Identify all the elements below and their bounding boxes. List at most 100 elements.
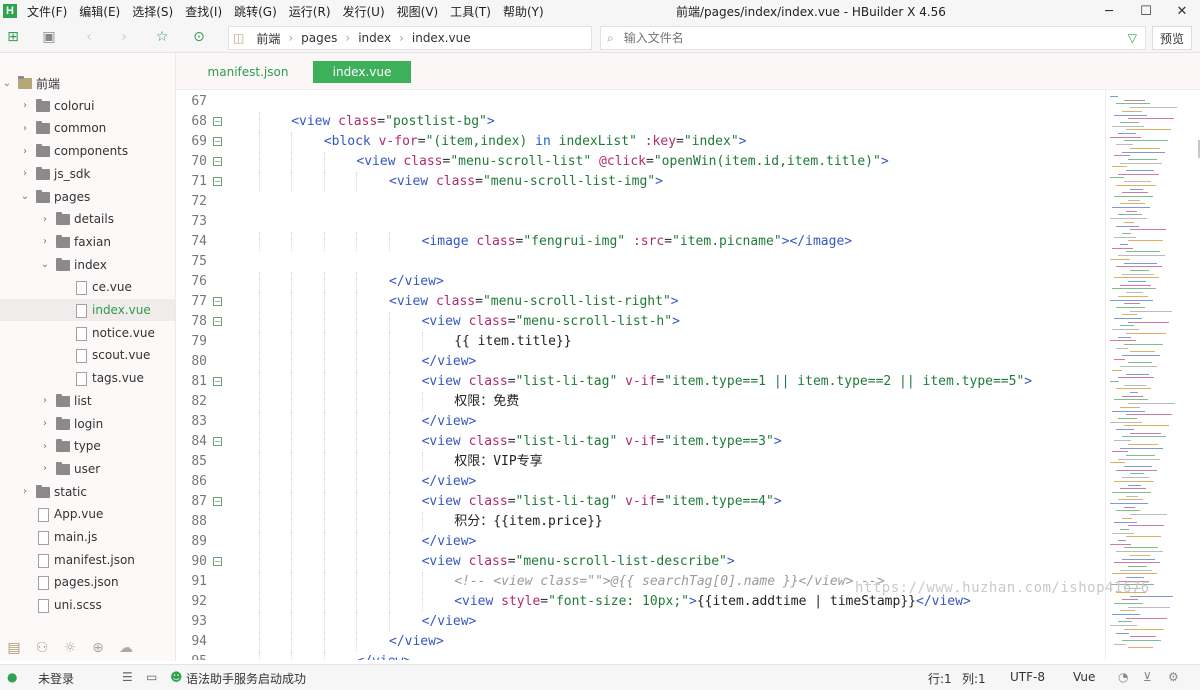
- code-line[interactable]: 76 </view>: [176, 272, 1105, 292]
- tree-folder-item[interactable]: ⌄ pages: [0, 186, 175, 208]
- settings-icon[interactable]: ⚙: [1168, 670, 1179, 684]
- tree-file-item[interactable]: App.vue: [0, 503, 175, 525]
- tree-file-item[interactable]: index.vue: [0, 299, 175, 321]
- run-icon[interactable]: ⊙: [190, 28, 208, 46]
- chevron-down-icon[interactable]: ⌄: [20, 191, 30, 202]
- fold-toggle-icon[interactable]: −: [213, 177, 222, 186]
- code-line[interactable]: 93 </view>: [176, 612, 1105, 632]
- code-line[interactable]: 67: [176, 92, 1105, 112]
- tree-folder-item[interactable]: ⌄ 前端: [0, 72, 175, 94]
- debug-icon[interactable]: ☼: [56, 640, 84, 656]
- chevron-right-icon[interactable]: ›: [40, 395, 50, 406]
- menu-item[interactable]: 运行(R): [289, 3, 331, 20]
- code-line[interactable]: 75: [176, 252, 1105, 272]
- code-line[interactable]: 81− <view class="list-li-tag" v-if="item.…: [176, 372, 1105, 392]
- file-search-input[interactable]: [621, 30, 1106, 46]
- filter-icon[interactable]: ▽: [1128, 31, 1137, 45]
- tree-folder-item[interactable]: › faxian: [0, 231, 175, 253]
- save-icon[interactable]: ▣: [40, 28, 58, 46]
- tree-folder-item[interactable]: › common: [0, 117, 175, 139]
- chevron-right-icon[interactable]: ›: [20, 146, 30, 157]
- tree-folder-item[interactable]: › login: [0, 413, 175, 435]
- breadcrumb-item[interactable]: 前端: [256, 30, 280, 47]
- fold-toggle-icon[interactable]: −: [213, 297, 222, 306]
- code-line[interactable]: 86 </view>: [176, 472, 1105, 492]
- tree-file-item[interactable]: uni.scss: [0, 594, 175, 616]
- language-mode[interactable]: Vue: [1073, 670, 1095, 684]
- code-line[interactable]: 74 <image class="fengrui-img" :src="item.…: [176, 232, 1105, 252]
- menu-item[interactable]: 选择(S): [132, 3, 173, 20]
- fold-toggle-icon[interactable]: −: [213, 437, 222, 446]
- tree-folder-item[interactable]: › components: [0, 140, 175, 162]
- code-line[interactable]: 94 </view>: [176, 632, 1105, 652]
- code-line[interactable]: 82 权限：免费: [176, 392, 1105, 412]
- fold-toggle-icon[interactable]: −: [213, 117, 222, 126]
- tree-folder-item[interactable]: › type: [0, 435, 175, 457]
- code-line[interactable]: 83 </view>: [176, 412, 1105, 432]
- chevron-down-icon[interactable]: ⌄: [2, 78, 12, 89]
- breadcrumb-item[interactable]: index: [358, 31, 391, 45]
- code-line[interactable]: 84− <view class="list-li-tag" v-if="item.…: [176, 432, 1105, 452]
- forward-icon[interactable]: ›: [115, 28, 133, 46]
- tree-folder-item[interactable]: › static: [0, 481, 175, 503]
- console-icon[interactable]: ▭: [146, 670, 157, 684]
- menu-item[interactable]: 文件(F): [27, 3, 67, 20]
- chevron-right-icon[interactable]: ›: [40, 418, 50, 429]
- tree-folder-item[interactable]: › colorui: [0, 95, 175, 117]
- user-icon[interactable]: ●: [7, 670, 17, 684]
- notification-icon[interactable]: ◔: [1118, 670, 1128, 684]
- menu-item[interactable]: 工具(T): [450, 3, 491, 20]
- code-line[interactable]: 87− <view class="list-li-tag" v-if="item.…: [176, 492, 1105, 512]
- tree-file-item[interactable]: ce.vue: [0, 276, 175, 298]
- menu-item[interactable]: 帮助(Y): [503, 3, 544, 20]
- login-status[interactable]: 未登录: [38, 670, 74, 687]
- code-line[interactable]: 71− <view class="menu-scroll-list-img">: [176, 172, 1105, 192]
- code-line[interactable]: 73: [176, 212, 1105, 232]
- preview-button[interactable]: 预览: [1152, 26, 1192, 50]
- chevron-right-icon[interactable]: ›: [40, 441, 50, 452]
- tree-file-item[interactable]: manifest.json: [0, 549, 175, 571]
- cursor-line[interactable]: 行:1: [928, 670, 952, 687]
- fold-toggle-icon[interactable]: −: [213, 157, 222, 166]
- code-line[interactable]: 89 </view>: [176, 532, 1105, 552]
- tab-index-vue[interactable]: index.vue: [313, 61, 411, 83]
- tree-file-item[interactable]: pages.json: [0, 571, 175, 593]
- tree-folder-item[interactable]: ⌄ index: [0, 254, 175, 276]
- minimap[interactable]: [1105, 90, 1200, 660]
- code-line[interactable]: 68− <view class="postlist-bg">: [176, 112, 1105, 132]
- maximize-icon[interactable]: ☐: [1128, 0, 1164, 22]
- menu-item[interactable]: 视图(V): [397, 3, 439, 20]
- chevron-right-icon[interactable]: ›: [20, 123, 30, 134]
- chevron-down-icon[interactable]: ⌄: [40, 259, 50, 270]
- code-line[interactable]: 90− <view class="menu-scroll-list-describ…: [176, 552, 1105, 572]
- chevron-right-icon[interactable]: ›: [40, 463, 50, 474]
- code-line[interactable]: 70− <view class = "menu-scroll-list" @click…: [176, 152, 1105, 172]
- code-line[interactable]: 88 积分：{{item.price}}: [176, 512, 1105, 532]
- tab-manifest-json[interactable]: manifest.json: [186, 61, 310, 83]
- menu-item[interactable]: 跳转(G): [234, 3, 277, 20]
- code-line[interactable]: 79 {{ item.title}}: [176, 332, 1105, 352]
- breadcrumb-item[interactable]: index.vue: [412, 31, 471, 45]
- chevron-right-icon[interactable]: ›: [20, 486, 30, 497]
- close-icon[interactable]: ✕: [1164, 0, 1200, 22]
- code-line[interactable]: 69− <block v-for="(item,index) in indexLi…: [176, 132, 1105, 152]
- chevron-right-icon[interactable]: ›: [20, 100, 30, 111]
- tree-file-item[interactable]: notice.vue: [0, 322, 175, 344]
- fold-toggle-icon[interactable]: −: [213, 497, 222, 506]
- code-line[interactable]: 85 权限：VIP专享: [176, 452, 1105, 472]
- download-icon[interactable]: ⊻: [1143, 670, 1152, 684]
- breadcrumb-item[interactable]: pages: [301, 31, 337, 45]
- minimize-icon[interactable]: ─: [1091, 0, 1127, 22]
- tree-folder-item[interactable]: › user: [0, 458, 175, 480]
- menu-item[interactable]: 查找(I): [185, 3, 222, 20]
- list-icon[interactable]: ☰: [122, 670, 133, 684]
- fold-toggle-icon[interactable]: −: [213, 377, 222, 386]
- star-icon[interactable]: ☆: [153, 28, 171, 46]
- code-line[interactable]: 77− <view class="menu-scroll-list-right">: [176, 292, 1105, 312]
- tree-folder-item[interactable]: › details: [0, 208, 175, 230]
- tree-folder-item[interactable]: › list: [0, 390, 175, 412]
- back-icon[interactable]: ‹: [80, 28, 98, 46]
- tree-file-item[interactable]: main.js: [0, 526, 175, 548]
- fold-toggle-icon[interactable]: −: [213, 137, 222, 146]
- cursor-column[interactable]: 列:1: [962, 670, 986, 687]
